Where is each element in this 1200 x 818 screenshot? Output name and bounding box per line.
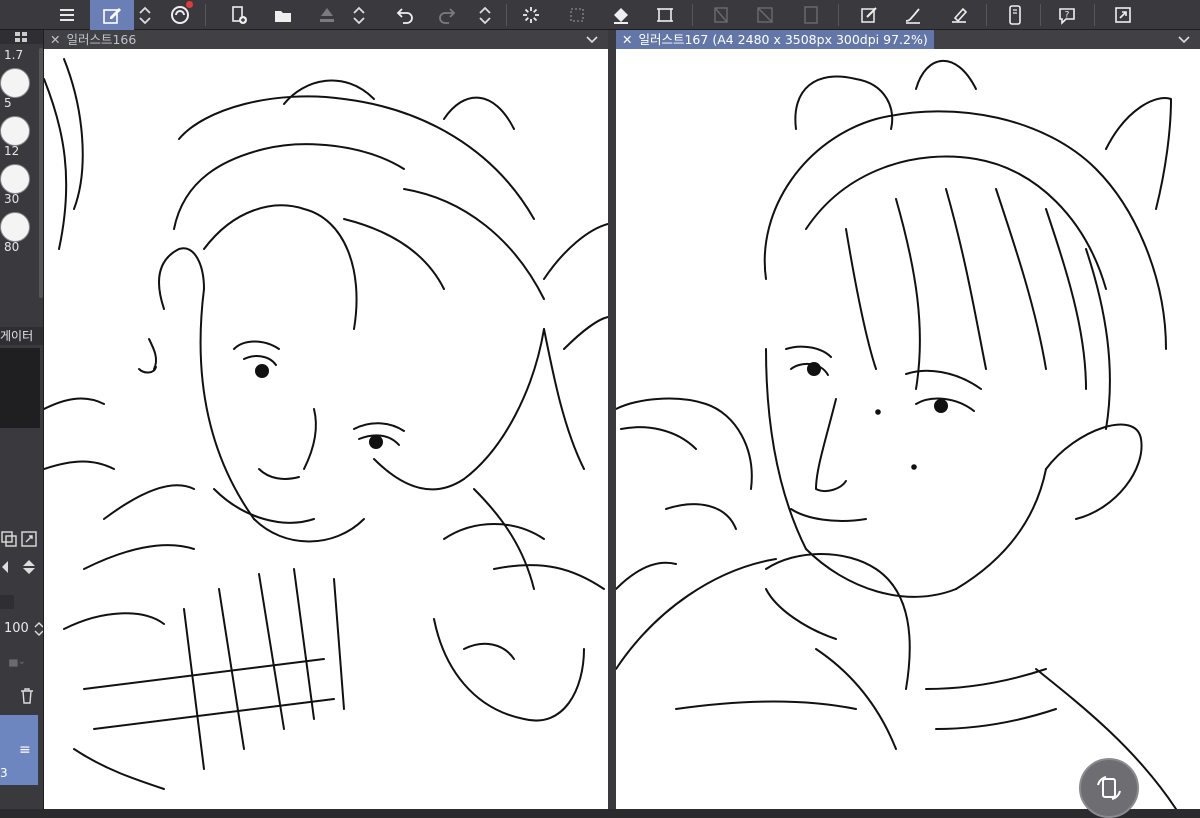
chevron-down-icon[interactable] <box>584 30 600 49</box>
drawing-canvas[interactable] <box>44 49 608 809</box>
svg-text:?: ? <box>1065 11 1070 21</box>
layer-copy-icon[interactable] <box>0 530 18 548</box>
line-art-drawing <box>44 58 608 790</box>
undo-icon[interactable] <box>390 0 420 30</box>
drawing-canvas[interactable] <box>616 49 1200 809</box>
panel-icon[interactable] <box>796 0 826 30</box>
brush-size-dot <box>0 212 30 242</box>
help-icon[interactable]: ? <box>1052 0 1082 30</box>
close-icon[interactable]: ✕ <box>622 32 632 47</box>
scrollbar[interactable] <box>39 48 43 298</box>
mask-icon[interactable] <box>8 654 38 672</box>
notification-dot <box>186 1 193 8</box>
tab-document-167[interactable]: ✕ 일러스트167 (A4 2480 x 3508px 300dpi 97.2%) <box>616 30 934 49</box>
mode-tab[interactable] <box>0 595 14 609</box>
document-pane-right: ✕ 일러스트167 (A4 2480 x 3508px 300dpi 97.2%) <box>616 30 1200 809</box>
new-layer-icon[interactable] <box>224 0 254 30</box>
brush-size-dot <box>0 68 30 98</box>
expand-icon[interactable] <box>1108 0 1138 30</box>
chevron-updown-icon[interactable] <box>134 0 156 30</box>
trash-icon[interactable] <box>18 687 36 705</box>
logo-icon[interactable] <box>165 0 195 30</box>
phone-icon[interactable] <box>1000 0 1030 30</box>
brush-size-dot <box>0 116 30 146</box>
brush-size-label: 12 <box>4 144 20 158</box>
chevron-down-icon[interactable] <box>1176 30 1192 49</box>
brush-size-item[interactable]: 5 <box>0 68 38 116</box>
layer-menu-icon[interactable]: ≡ <box>19 742 31 758</box>
brush-size-item[interactable]: 30 <box>0 164 38 212</box>
eraser-icon[interactable] <box>944 0 974 30</box>
edit-layer-icon[interactable] <box>90 0 134 30</box>
line-art-drawing <box>616 59 1177 809</box>
pane-divider[interactable] <box>608 30 616 809</box>
brush-size-label: 30 <box>4 192 20 206</box>
panel-header <box>0 30 43 44</box>
tab-bar: ✕ 일러스트167 (A4 2480 x 3508px 300dpi 97.2%) <box>616 30 1200 49</box>
brush-size-label: 80 <box>4 240 20 254</box>
pen-icon[interactable] <box>898 0 928 30</box>
chevron-updown-icon[interactable] <box>348 0 370 30</box>
close-icon[interactable]: ✕ <box>50 32 60 47</box>
top-toolbar: ? <box>0 0 1200 30</box>
loading-icon[interactable] <box>516 0 546 30</box>
flip-vertical-icon[interactable] <box>20 558 38 576</box>
brush-size-dot <box>0 164 30 194</box>
save-icon[interactable] <box>312 0 342 30</box>
layer-panel-title: 게이터 <box>0 327 43 345</box>
flip-horizontal-icon[interactable] <box>0 558 18 576</box>
brush-size-label: 1.7 <box>4 48 24 62</box>
rotate-canvas-button[interactable] <box>1079 758 1139 818</box>
open-folder-icon[interactable] <box>268 0 298 30</box>
transform-icon[interactable] <box>562 0 592 30</box>
layer-resize-icon[interactable] <box>20 530 38 548</box>
layer-number: 3 <box>0 766 8 780</box>
draw-icon[interactable] <box>854 0 884 30</box>
chevron-updown-icon[interactable] <box>474 0 496 30</box>
brush-size-item[interactable]: 80 <box>0 212 38 260</box>
ruler-icon[interactable] <box>706 0 736 30</box>
crop-icon[interactable] <box>650 0 680 30</box>
opacity-value[interactable]: 100 <box>4 621 29 636</box>
tab-label: 일러스트166 <box>66 32 137 47</box>
fill-icon[interactable] <box>606 0 636 30</box>
opacity-stepper[interactable] <box>30 620 43 638</box>
text-icon[interactable] <box>750 0 780 30</box>
left-panel: 1.7 5 12 30 80 게이터 100 ≡ 3 <box>0 30 44 809</box>
tab-document-166[interactable]: ✕ 일러스트166 <box>44 30 142 49</box>
tab-label: 일러스트167 (A4 2480 x 3508px 300dpi 97.2%) <box>638 32 928 47</box>
tab-bar: ✕ 일러스트166 <box>44 30 608 49</box>
layer-preview <box>0 348 40 428</box>
document-pane-left: ✕ 일러스트166 <box>44 30 608 809</box>
rotate-icon <box>1097 776 1121 800</box>
redo-icon[interactable] <box>432 0 462 30</box>
brush-size-label: 5 <box>4 96 12 110</box>
brush-size-item[interactable]: 12 <box>0 116 38 164</box>
menu-icon[interactable] <box>52 0 82 30</box>
